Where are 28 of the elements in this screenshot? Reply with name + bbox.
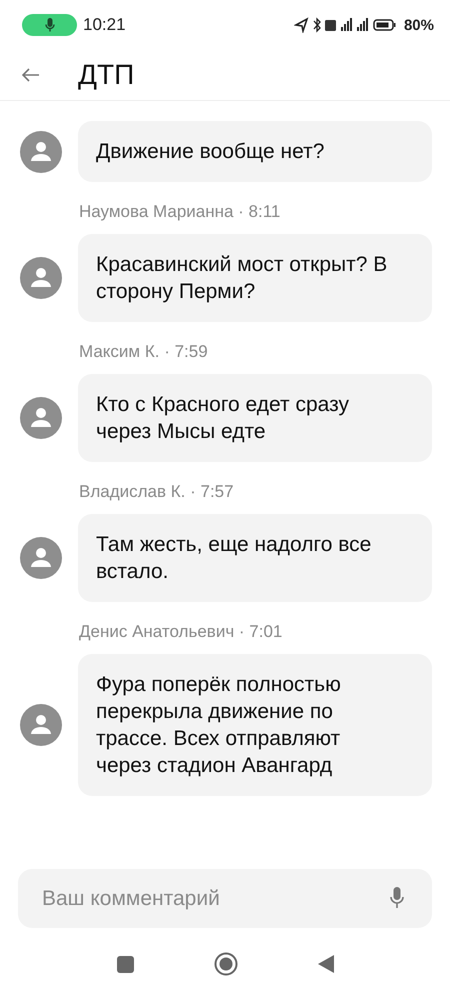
comment-bubble: Фура поперёк полностью перекрыла движение по трассе. Всех отправляют через стадион Авангард [78,654,432,796]
comment-bubble: Красавинский мост открыт? В сторону Перми? [78,234,432,322]
page-title: ДТП [78,59,134,91]
comment-author: Наумова Марианна · 8:11 [79,202,282,222]
comment-bubble: Кто с Красного едет сразу через Мысы едте [78,374,432,462]
avatar-icon [20,537,62,579]
signal-icon [340,18,352,31]
battery-icon [373,19,396,31]
comment-field[interactable]: Ваш комментарий [18,869,432,928]
comment-bubble: Там жесть, еще надолго все встало. [78,514,432,602]
comment-author: Максим К. · 7:59 [79,342,209,362]
avatar-icon [20,704,62,746]
avatar-icon [20,397,62,439]
comment-bubble: Движение вообще нет? [78,121,432,182]
comment-author: Владислав К. · 7:57 [79,482,235,502]
location-arrow-icon [294,17,308,33]
back-arrow-icon[interactable] [22,68,40,82]
bluetooth-icon [313,17,321,33]
home-icon[interactable] [214,952,238,976]
microphone-icon[interactable] [390,887,404,909]
signal-icon [356,18,368,31]
comment-author: Денис Анатольевич · 7:01 [79,622,284,642]
battery-level: 80% [404,16,434,34]
recent-apps-icon[interactable] [116,956,134,972]
status-time: 10:21 [83,15,126,35]
back-icon[interactable] [318,955,334,973]
avatar-icon [20,130,62,172]
avatar-icon [20,257,62,299]
